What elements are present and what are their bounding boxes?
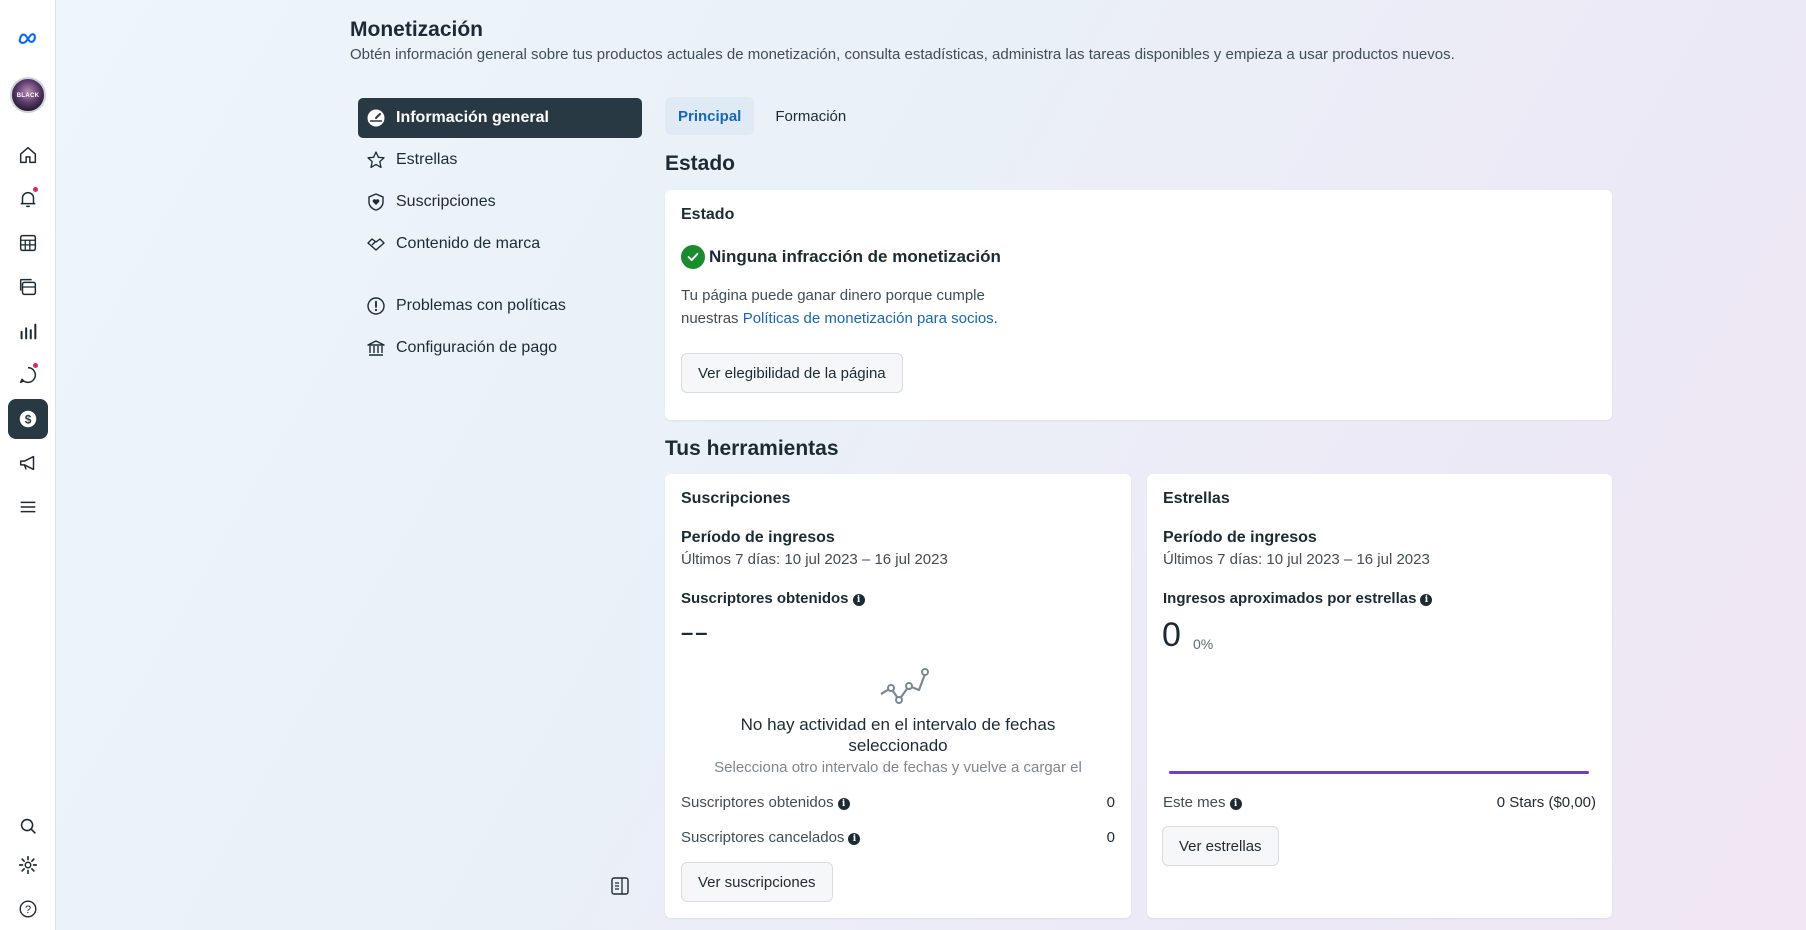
stars-card: Estrellas Período de ingresos Últimos 7 …	[1147, 474, 1612, 918]
megaphone-icon[interactable]	[8, 443, 48, 483]
status-text-after: .	[993, 310, 998, 327]
dollar-icon[interactable]: $	[8, 399, 48, 439]
subscriptions-period-label: Período de ingresos	[681, 529, 835, 546]
page-avatar[interactable]: BLACK	[10, 77, 46, 113]
notification-dot	[32, 186, 39, 193]
status-card-title: Estado	[681, 206, 735, 223]
subscriptions-metric-value: ––	[681, 620, 710, 645]
stars-card-title: Estrellas	[1163, 490, 1230, 507]
row-label: Este mes	[1163, 794, 1226, 811]
subscribers-cancelled-row: Suscriptores cancelados i 0	[681, 829, 1115, 846]
menu-item-subscriptions[interactable]: Suscripciones	[358, 182, 642, 222]
status-description: Tu página puede ganar dinero porque cump…	[681, 284, 1011, 330]
row-value: 0	[1106, 829, 1115, 846]
stack-icon[interactable]	[8, 267, 48, 307]
view-eligibility-button[interactable]: Ver elegibilidad de la página	[681, 353, 903, 393]
tab-formacion[interactable]: Formación	[762, 97, 859, 135]
stars-metric-percent: 0%	[1193, 636, 1214, 652]
notification-dot	[32, 362, 39, 369]
menu-icon[interactable]	[8, 487, 48, 527]
menu-item-label: Suscripciones	[396, 193, 496, 210]
row-value: 0 Stars ($0,00)	[1496, 794, 1596, 811]
subscriptions-metric-label: Suscriptores obtenidos	[681, 590, 849, 607]
svg-text:$: $	[25, 413, 32, 427]
info-icon[interactable]: i	[848, 833, 861, 845]
bar-chart-icon[interactable]	[8, 311, 48, 351]
handshake-icon	[367, 238, 385, 251]
menu-gap	[358, 266, 642, 286]
menu-item-label: Configuración de pago	[396, 339, 558, 356]
tab-principal[interactable]: Principal	[665, 97, 755, 135]
menu-item-policy-issues[interactable]: Problemas con políticas	[358, 286, 642, 326]
status-card: Estado Ninguna infracción de monetizació…	[665, 190, 1612, 420]
stars-trend-line	[1169, 771, 1589, 774]
menu-item-label: Problemas con políticas	[396, 297, 566, 314]
menu-item-label: Información general	[396, 109, 549, 126]
collapse-sidebar-icon[interactable]	[610, 876, 630, 896]
help-icon[interactable]: ?	[8, 889, 48, 929]
subscriptions-card: Suscripciones Período de ingresos Último…	[665, 474, 1131, 918]
info-icon[interactable]: i	[837, 798, 850, 810]
calendar-grid-icon[interactable]	[8, 223, 48, 263]
tab-bar: Principal Formación	[665, 97, 859, 135]
row-label-wrap: Suscriptores obtenidos i	[681, 794, 850, 811]
stars-metric-label-wrap: Ingresos aproximados por estrellas i	[1163, 590, 1433, 607]
bank-icon	[367, 340, 385, 356]
empty-state-subtitle: Selecciona otro intervalo de fechas y vu…	[714, 759, 1082, 776]
page-subtitle: Obtén información general sobre tus prod…	[350, 46, 1455, 63]
status-indicator: Ninguna infracción de monetización	[681, 245, 1001, 269]
subscriptions-card-title: Suscripciones	[681, 490, 791, 507]
subscriptions-period-value: Últimos 7 días: 10 jul 2023 – 16 jul 202…	[681, 551, 948, 568]
monetization-menu: Información general Estrellas Suscripcio…	[358, 98, 642, 370]
gear-icon[interactable]	[8, 845, 48, 885]
stars-period-label: Período de ingresos	[1163, 529, 1317, 546]
check-circle-icon	[681, 245, 705, 269]
menu-item-branded-content[interactable]: Contenido de marca	[358, 224, 642, 264]
status-section-title: Estado	[665, 152, 736, 175]
menu-item-overview[interactable]: Información general	[358, 98, 642, 138]
stars-metric-value: 0	[1162, 616, 1181, 654]
bell-icon[interactable]	[8, 179, 48, 219]
subscriptions-metric-label-wrap: Suscriptores obtenidos i	[681, 590, 865, 607]
stars-period-value: Últimos 7 días: 10 jul 2023 – 16 jul 202…	[1163, 551, 1430, 568]
page-title: Monetización	[350, 18, 484, 41]
info-icon[interactable]: i	[852, 594, 865, 606]
chat-bubble-icon[interactable]	[8, 355, 48, 395]
menu-item-payout-settings[interactable]: Configuración de pago	[358, 328, 642, 368]
home-icon[interactable]	[8, 135, 48, 175]
status-label: Ninguna infracción de monetización	[709, 247, 1001, 266]
this-month-row: Este mes i 0 Stars ($0,00)	[1163, 794, 1596, 811]
row-value: 0	[1106, 794, 1115, 811]
meta-logo-icon[interactable]	[8, 18, 48, 58]
row-label: Suscriptores obtenidos	[681, 794, 834, 811]
avatar-text: BLACK	[16, 93, 40, 99]
menu-item-label: Estrellas	[396, 151, 458, 168]
search-icon[interactable]	[8, 806, 48, 846]
line-chart-empty-icon	[880, 668, 929, 704]
info-icon[interactable]: i	[1420, 594, 1433, 606]
row-label: Suscriptores cancelados	[681, 829, 845, 846]
menu-item-stars[interactable]: Estrellas	[358, 140, 642, 180]
row-label-wrap: Suscriptores cancelados i	[681, 829, 861, 846]
view-subscriptions-button[interactable]: Ver suscripciones	[681, 862, 833, 902]
svg-text:?: ?	[25, 904, 31, 916]
stars-metric-label: Ingresos aproximados por estrellas	[1163, 590, 1417, 607]
info-icon[interactable]: i	[1229, 798, 1242, 810]
left-nav-rail: BLACK $ ?	[0, 0, 56, 930]
empty-state-title: No hay actividad en el intervalo de fech…	[740, 715, 1056, 755]
alert-circle-icon	[367, 297, 385, 315]
monetization-policies-link[interactable]: Políticas de monetización para socios	[743, 310, 994, 327]
shield-heart-icon	[368, 193, 384, 211]
star-icon	[367, 151, 385, 169]
dashboard-icon	[367, 109, 385, 127]
row-label-wrap: Este mes i	[1163, 794, 1242, 811]
tools-section-title: Tus herramientas	[665, 437, 839, 460]
subscribers-gained-row: Suscriptores obtenidos i 0	[681, 794, 1115, 811]
view-stars-button[interactable]: Ver estrellas	[1162, 826, 1279, 866]
menu-item-label: Contenido de marca	[396, 235, 541, 252]
